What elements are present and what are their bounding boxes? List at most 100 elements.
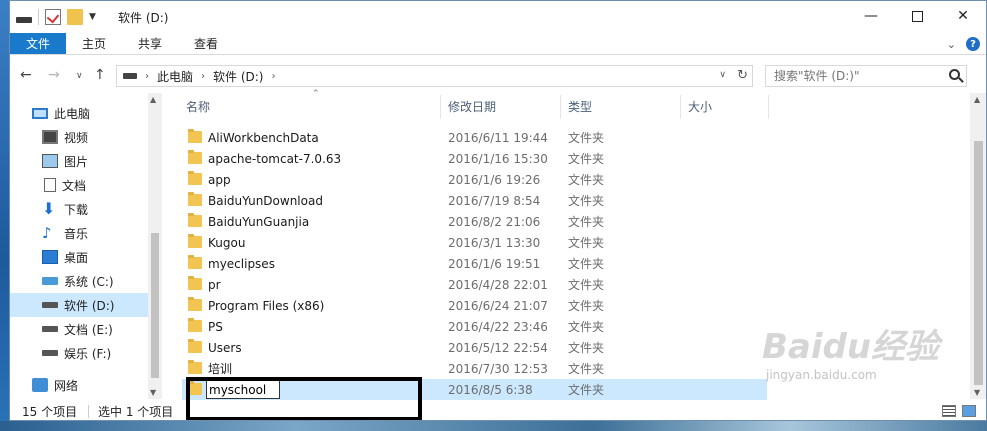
- details-view-icon[interactable]: [942, 405, 956, 417]
- file-date: 2016/7/30 12:53: [448, 361, 548, 376]
- nav-item-drive-e[interactable]: 文档 (E:): [10, 317, 148, 341]
- column-header-size[interactable]: 大小: [688, 93, 712, 119]
- scroll-thumb[interactable]: [151, 233, 159, 378]
- scroll-down-icon[interactable]: ▼: [150, 388, 156, 397]
- recent-locations-icon[interactable]: ∨: [76, 71, 83, 81]
- breadcrumb-this-pc[interactable]: 此电脑: [157, 68, 193, 85]
- back-arrow-icon[interactable]: ←: [20, 67, 32, 83]
- file-type: 文件夹: [568, 257, 605, 271]
- large-icons-view-icon[interactable]: [962, 405, 976, 417]
- nav-item-drive-d[interactable]: 软件 (D:): [10, 293, 148, 317]
- nav-label: 软件 (D:): [64, 298, 115, 313]
- scroll-up-icon[interactable]: ▲: [974, 95, 980, 104]
- minimize-button[interactable]: —: [848, 1, 894, 31]
- table-row[interactable]: pr 2016/4/28 22:01 文件夹: [182, 274, 767, 295]
- breadcrumb-drive-d[interactable]: 软件 (D:): [213, 68, 263, 85]
- chevron-right-icon[interactable]: ›: [201, 71, 205, 82]
- nav-item-drive-f[interactable]: 娱乐 (F:): [10, 341, 148, 365]
- forward-arrow-icon[interactable]: →: [48, 67, 60, 83]
- search-input[interactable]: [774, 69, 944, 83]
- nav-item-this-pc[interactable]: 此电脑: [10, 101, 148, 125]
- file-type: 文件夹: [568, 341, 605, 355]
- nav-scrollbar[interactable]: ▲ ▼: [148, 93, 162, 399]
- file-date: 2016/6/24 21:07: [448, 298, 548, 313]
- tab-share[interactable]: 共享: [122, 33, 178, 54]
- file-type: 文件夹: [568, 152, 605, 166]
- table-row[interactable]: Kugou 2016/3/1 13:30 文件夹: [182, 232, 767, 253]
- tab-label: 文件: [26, 37, 51, 51]
- table-row[interactable]: AliWorkbenchData 2016/6/11 19:44 文件夹: [182, 127, 767, 148]
- file-type: 文件夹: [568, 236, 605, 250]
- nav-item-network[interactable]: 网络: [10, 373, 148, 397]
- chevron-right-icon[interactable]: ›: [145, 71, 149, 82]
- document-icon: [44, 178, 56, 192]
- music-icon: ♪: [42, 224, 52, 242]
- refresh-icon[interactable]: ↻: [737, 68, 748, 83]
- column-header-date[interactable]: 修改日期: [448, 93, 496, 119]
- file-type: 文件夹: [568, 299, 605, 313]
- file-name: PS: [208, 319, 223, 334]
- nav-item-pictures[interactable]: 图片: [10, 149, 148, 173]
- help-icon[interactable]: ?: [966, 37, 980, 51]
- table-row[interactable]: apache-tomcat-7.0.63 2016/1/16 15:30 文件夹: [182, 148, 767, 169]
- folder-icon: [188, 171, 202, 185]
- desktop-icon: [42, 250, 58, 264]
- expand-ribbon-icon[interactable]: ⌄: [947, 38, 956, 51]
- scroll-down-icon[interactable]: ▼: [974, 388, 980, 397]
- column-divider[interactable]: [768, 95, 769, 119]
- tab-label: 共享: [138, 37, 163, 51]
- nav-item-drive-c[interactable]: 系统 (C:): [10, 269, 148, 293]
- up-arrow-icon[interactable]: ↑: [94, 67, 106, 83]
- file-list-scrollbar[interactable]: ▲ ▼: [970, 93, 986, 399]
- tab-label: 主页: [82, 37, 107, 51]
- column-divider[interactable]: [680, 95, 681, 119]
- nav-item-videos[interactable]: 视频: [10, 125, 148, 149]
- search-box[interactable]: [765, 65, 967, 87]
- minimize-icon: —: [864, 8, 878, 24]
- address-bar[interactable]: › 此电脑 › 软件 (D:) › ∨ ↻: [116, 65, 753, 87]
- drive-icon: [123, 73, 137, 79]
- column-header-type[interactable]: 类型: [568, 93, 592, 119]
- table-row[interactable]: Program Files (x86) 2016/6/24 21:07 文件夹: [182, 295, 767, 316]
- tab-label: 查看: [194, 37, 219, 51]
- chevron-down-icon[interactable]: ▼: [89, 12, 96, 22]
- sort-ascending-icon: ⌃: [312, 89, 320, 99]
- column-divider[interactable]: [440, 95, 441, 119]
- maximize-button[interactable]: [894, 1, 940, 31]
- tab-view[interactable]: 查看: [178, 33, 234, 54]
- nav-item-documents[interactable]: 文档: [10, 173, 148, 197]
- table-row[interactable]: app 2016/1/6 19:26 文件夹: [182, 169, 767, 190]
- properties-icon[interactable]: [45, 9, 61, 25]
- file-date: 2016/6/11 19:44: [448, 130, 548, 145]
- item-count: 15 个项目: [22, 405, 78, 419]
- file-name: Kugou: [208, 235, 246, 250]
- table-row[interactable]: BaiduYunGuanjia 2016/8/2 21:06 文件夹: [182, 211, 767, 232]
- table-row[interactable]: BaiduYunDownload 2016/7/19 8:54 文件夹: [182, 190, 767, 211]
- folder-icon: [188, 360, 202, 374]
- column-divider[interactable]: [560, 95, 561, 119]
- status-bar: 15 个项目 选中 1 个项目: [10, 401, 986, 420]
- scroll-up-icon[interactable]: ▲: [150, 95, 156, 104]
- file-name: pr: [208, 277, 221, 292]
- column-header-name[interactable]: 名称: [186, 93, 210, 119]
- close-button[interactable]: ✕: [940, 1, 986, 31]
- search-icon[interactable]: [949, 69, 960, 80]
- nav-item-downloads[interactable]: ⬇ 下载: [10, 197, 148, 221]
- table-row[interactable]: Users 2016/5/12 22:54 文件夹: [182, 337, 767, 358]
- new-folder-icon[interactable]: [67, 9, 83, 25]
- scroll-thumb[interactable]: [974, 141, 983, 385]
- nav-item-music[interactable]: ♪ 音乐: [10, 221, 148, 245]
- address-dropdown-icon[interactable]: ∨: [719, 70, 726, 80]
- divider: [38, 9, 39, 25]
- table-row[interactable]: myeclipses 2016/1/6 19:51 文件夹: [182, 253, 767, 274]
- chevron-right-icon[interactable]: ›: [271, 71, 275, 82]
- nav-item-desktop[interactable]: 桌面: [10, 245, 148, 269]
- tab-file[interactable]: 文件: [10, 33, 67, 54]
- title-bar: ▼ 软件 (D:) — ✕: [10, 1, 986, 33]
- file-date: 2016/8/2 21:06: [448, 214, 541, 229]
- tab-home[interactable]: 主页: [66, 33, 122, 54]
- file-name: BaiduYunDownload: [208, 193, 323, 208]
- table-row[interactable]: 培训 2016/7/30 12:53 文件夹: [182, 358, 767, 379]
- desktop-edge: [0, 0, 9, 431]
- table-row[interactable]: PS 2016/4/22 23:46 文件夹: [182, 316, 767, 337]
